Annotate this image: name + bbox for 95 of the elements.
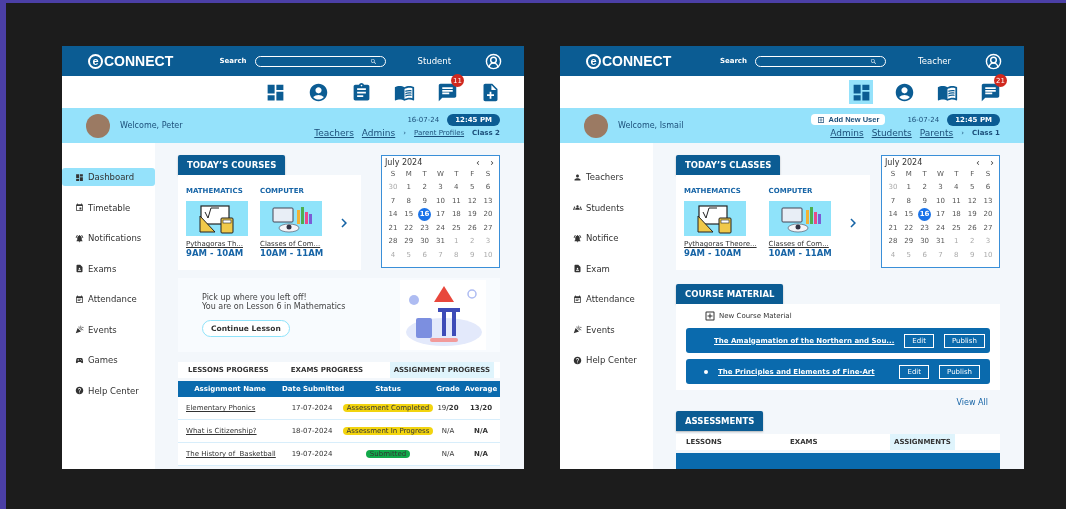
math-board-drawing bbox=[197, 203, 237, 234]
sidebar-item[interactable]: Help Center bbox=[560, 351, 653, 369]
calendar-month: July 2024 bbox=[385, 158, 424, 167]
sidebar-label: Events bbox=[88, 324, 117, 335]
nav-link[interactable]: Admins bbox=[830, 127, 864, 138]
party-popper-icon bbox=[75, 325, 84, 334]
sidebar-item[interactable]: Attendance bbox=[62, 290, 155, 308]
avatar-photo-placeholder bbox=[86, 113, 110, 138]
sidebar-item[interactable]: Events bbox=[62, 320, 155, 339]
sidebar-item[interactable]: Teachers bbox=[560, 168, 653, 186]
sidebar-label: Timetable bbox=[88, 202, 131, 213]
previous-icon[interactable] bbox=[474, 158, 482, 167]
dashboard-icon bbox=[75, 172, 84, 182]
previous-icon[interactable] bbox=[974, 158, 982, 167]
bullet-icon bbox=[704, 369, 708, 374]
avatar-photo-placeholder bbox=[584, 113, 608, 138]
resume-text: You are on Lesson 6 in Mathematics bbox=[202, 302, 347, 311]
id-card-icon bbox=[75, 264, 84, 273]
sidebar-item[interactable]: Notifications bbox=[62, 229, 155, 247]
sidebar-label: Exams bbox=[88, 263, 117, 274]
course-thumbnail[interactable] bbox=[768, 201, 831, 236]
course-thumbnail[interactable] bbox=[260, 201, 322, 236]
help-icon bbox=[573, 355, 582, 365]
course-time: 10AM - 11AM bbox=[260, 248, 324, 258]
sidebar-label: Games bbox=[88, 355, 118, 365]
bell-icon bbox=[75, 233, 84, 243]
sidebar-label: Notifications bbox=[88, 233, 142, 243]
chat-icon bbox=[436, 81, 458, 103]
resume-text: Pick up where you left off! bbox=[202, 293, 308, 302]
sidebar-label: Students bbox=[586, 202, 624, 213]
sidebar-item[interactable]: Events bbox=[560, 320, 653, 339]
search-icon bbox=[369, 57, 377, 65]
section-title: COURSE MATERIAL bbox=[676, 284, 784, 304]
welcome-text: Welcome, Peter bbox=[120, 121, 183, 130]
nav-link[interactable]: Parents bbox=[919, 127, 954, 138]
sidebar-item[interactable]: Exam bbox=[560, 259, 653, 278]
role-label: Student bbox=[417, 56, 451, 66]
next-icon[interactable] bbox=[488, 158, 496, 167]
sidebar-label: Help Center bbox=[586, 355, 637, 365]
sidebar-item[interactable]: Help Center bbox=[62, 381, 155, 400]
calendar-icon bbox=[75, 294, 84, 304]
user-icon[interactable] bbox=[485, 52, 502, 70]
math-board-drawing bbox=[695, 203, 735, 234]
logo-text: CONNECT bbox=[602, 53, 672, 69]
plus-icon bbox=[816, 115, 825, 124]
calendar-icon bbox=[573, 294, 582, 304]
toolbar-button[interactable] bbox=[849, 80, 873, 104]
sidebar-label: Teachers bbox=[586, 172, 624, 182]
calendar-month: July 2024 bbox=[885, 158, 924, 167]
view-all-link[interactable]: View All bbox=[956, 398, 988, 407]
sidebar-item[interactable]: Students bbox=[560, 198, 653, 217]
id-card-icon bbox=[573, 264, 582, 273]
nav-link[interactable]: Teachers bbox=[314, 127, 354, 138]
sidebar-label: Help Center bbox=[88, 385, 139, 396]
sidebar-label: Attendance bbox=[88, 294, 137, 304]
section-title: TODAY’S CLASSES bbox=[676, 155, 781, 175]
help-icon bbox=[75, 386, 84, 395]
sidebar-label: Events bbox=[586, 324, 615, 335]
sidebar-label: Dashboard bbox=[88, 172, 135, 182]
sidebar-label: Exam bbox=[586, 263, 610, 274]
nav-link[interactable]: Admins bbox=[361, 127, 396, 138]
user-icon[interactable] bbox=[985, 52, 1002, 70]
bell-icon bbox=[573, 233, 582, 243]
role-label: Teacher bbox=[918, 56, 951, 66]
course-time: 9AM - 10AM bbox=[186, 248, 245, 258]
profile-icon bbox=[893, 81, 915, 103]
welcome-text: Welcome, Ismail bbox=[618, 121, 684, 130]
course-time: 9AM - 10AM bbox=[684, 248, 743, 258]
search-icon bbox=[870, 57, 877, 65]
gamepad-icon bbox=[75, 355, 84, 365]
section-title: TODAY’S COURSES bbox=[178, 155, 286, 175]
sidebar-item[interactable]: Notifice bbox=[560, 229, 653, 247]
sidebar-item[interactable]: Games bbox=[62, 351, 155, 369]
sidebar-item[interactable]: Timetable bbox=[62, 198, 155, 217]
sidebar-label: Notifice bbox=[586, 233, 619, 243]
course-time: 10AM - 11AM bbox=[768, 248, 832, 258]
sidebar-label: Attendance bbox=[586, 294, 635, 304]
next-icon[interactable] bbox=[988, 158, 996, 167]
sidebar-item[interactable]: Dashboard bbox=[62, 168, 155, 186]
logo-mark: e bbox=[88, 53, 103, 69]
logo-mark: e bbox=[586, 53, 601, 69]
logo-text: CONNECT bbox=[104, 53, 174, 69]
group-icon bbox=[573, 203, 582, 212]
nav-link[interactable]: Students bbox=[871, 127, 912, 138]
profile-icon bbox=[307, 81, 329, 103]
sidebar-item[interactable]: Exams bbox=[62, 259, 155, 278]
calendar-icon bbox=[75, 203, 84, 212]
course-thumbnail[interactable] bbox=[186, 201, 248, 236]
chat-icon bbox=[979, 81, 1001, 103]
party-popper-icon bbox=[573, 325, 582, 334]
plus-icon[interactable] bbox=[704, 310, 716, 322]
sidebar-item[interactable]: Attendance bbox=[560, 290, 653, 308]
person-icon bbox=[573, 172, 582, 182]
section-title: ASSESSMENTS bbox=[676, 411, 764, 431]
course-thumbnail[interactable] bbox=[684, 201, 746, 236]
